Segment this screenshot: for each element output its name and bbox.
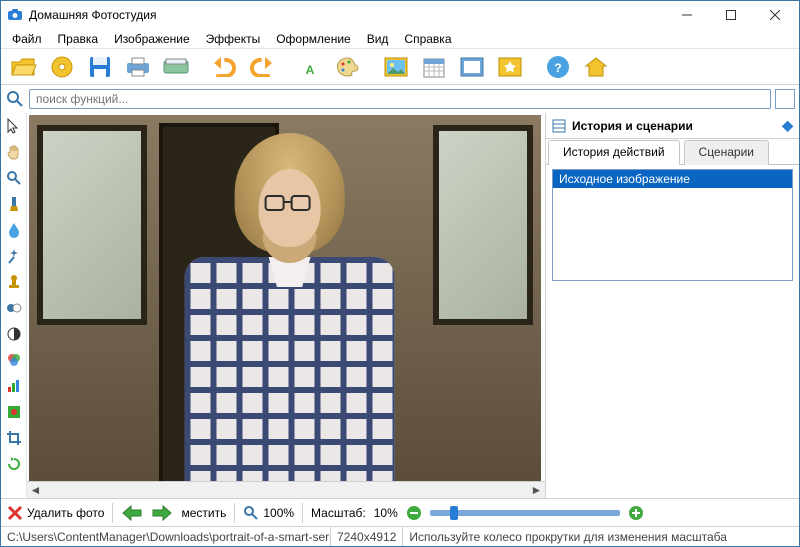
close-button[interactable] [753, 1, 797, 29]
hand-tool[interactable] [5, 143, 23, 161]
delete-label: Удалить фото [27, 506, 104, 520]
contrast-tool[interactable] [5, 325, 23, 343]
drop-tool[interactable] [5, 221, 23, 239]
photo-content [29, 115, 541, 481]
home-button[interactable] [579, 50, 613, 84]
minimize-button[interactable] [665, 1, 709, 29]
redeye-tool[interactable] [5, 403, 23, 421]
scale-label: Масштаб: [311, 506, 366, 520]
scan-button[interactable] [159, 50, 193, 84]
status-bar: C:\Users\ContentManager\Downloads\portra… [1, 526, 799, 546]
status-dims: 7240x4912 [331, 527, 403, 546]
menu-effects[interactable]: Эффекты [199, 30, 268, 48]
right-panel-title: История и сценарии [572, 119, 693, 133]
app-icon [7, 7, 23, 23]
svg-text:A: A [306, 63, 315, 77]
status-path: C:\Users\ContentManager\Downloads\portra… [1, 527, 331, 546]
save-button[interactable] [83, 50, 117, 84]
print-button[interactable] [121, 50, 155, 84]
history-list[interactable]: Исходное изображение [552, 169, 793, 281]
search-icon [5, 89, 25, 109]
scroll-left-arrow[interactable]: ◄ [27, 482, 44, 499]
menu-view[interactable]: Вид [360, 30, 396, 48]
left-tool-strip [1, 113, 27, 498]
frame-button[interactable] [455, 50, 489, 84]
history-item[interactable]: Исходное изображение [553, 170, 792, 188]
insert-image-button[interactable] [379, 50, 413, 84]
bottom-bar: Удалить фото местить 100% Масштаб: 10% [1, 498, 799, 526]
zoom-in-button[interactable] [628, 505, 644, 521]
menu-file[interactable]: Файл [5, 30, 49, 48]
collapse-icon[interactable]: ◆ [782, 117, 793, 134]
zoom-slider[interactable] [430, 510, 620, 516]
zoom-out-button[interactable] [406, 505, 422, 521]
tab-history[interactable]: История действий [548, 140, 680, 165]
stamp-tool[interactable] [5, 273, 23, 291]
fit-label: местить [181, 506, 226, 520]
menu-decoration[interactable]: Оформление [269, 30, 357, 48]
search-row [1, 85, 799, 113]
delete-photo-button[interactable]: Удалить фото [7, 505, 104, 521]
search-input[interactable] [29, 89, 771, 109]
scroll-right-arrow[interactable]: ► [528, 482, 545, 499]
redo-button[interactable] [245, 50, 279, 84]
fit-icon [243, 505, 259, 521]
titlebar: Домашняя Фотостудия [1, 1, 799, 29]
undo-button[interactable] [207, 50, 241, 84]
cd-button[interactable] [45, 50, 79, 84]
zoom-tool[interactable] [5, 169, 23, 187]
next-button[interactable] [151, 505, 173, 521]
fit-zoom-value: 100% [263, 506, 294, 520]
text-button[interactable]: A [293, 50, 327, 84]
main-toolbar: A ? [1, 49, 799, 85]
maximize-button[interactable] [709, 1, 753, 29]
fit-zoom-button[interactable]: 100% [243, 505, 294, 521]
levels-tool[interactable] [5, 377, 23, 395]
tab-scripts[interactable]: Сценарии [684, 140, 769, 165]
window-title: Домашняя Фотостудия [29, 8, 156, 22]
status-hint: Используйте колесо прокрутки для изменен… [403, 527, 799, 546]
prev-button[interactable] [121, 505, 143, 521]
scale-value: 10% [374, 506, 398, 520]
center-area: ◄ ► [27, 113, 545, 498]
calendar-button[interactable] [417, 50, 451, 84]
horizontal-scrollbar[interactable]: ◄ ► [27, 481, 545, 498]
brush-tool[interactable] [5, 195, 23, 213]
history-toggle[interactable] [775, 89, 795, 109]
menu-help[interactable]: Справка [397, 30, 458, 48]
menu-image[interactable]: Изображение [107, 30, 197, 48]
rgb-tool[interactable] [5, 351, 23, 369]
open-button[interactable] [7, 50, 41, 84]
right-panel: История и сценарии ◆ История действий Сц… [545, 113, 799, 498]
menubar: Файл Правка Изображение Эффекты Оформлен… [1, 29, 799, 49]
wand-tool[interactable] [5, 247, 23, 265]
slider-thumb[interactable] [450, 506, 458, 520]
menu-edit[interactable]: Правка [51, 30, 106, 48]
pointer-tool[interactable] [5, 117, 23, 135]
star-frame-button[interactable] [493, 50, 527, 84]
delete-icon [7, 505, 23, 521]
crop-tool[interactable] [5, 429, 23, 447]
history-icon [552, 119, 566, 133]
svg-text:?: ? [554, 61, 561, 75]
image-canvas[interactable] [27, 113, 545, 481]
right-tabs: История действий Сценарии [546, 139, 799, 165]
palette-button[interactable] [331, 50, 365, 84]
help-button[interactable]: ? [541, 50, 575, 84]
rotate-tool[interactable] [5, 455, 23, 473]
hue-tool[interactable] [5, 299, 23, 317]
